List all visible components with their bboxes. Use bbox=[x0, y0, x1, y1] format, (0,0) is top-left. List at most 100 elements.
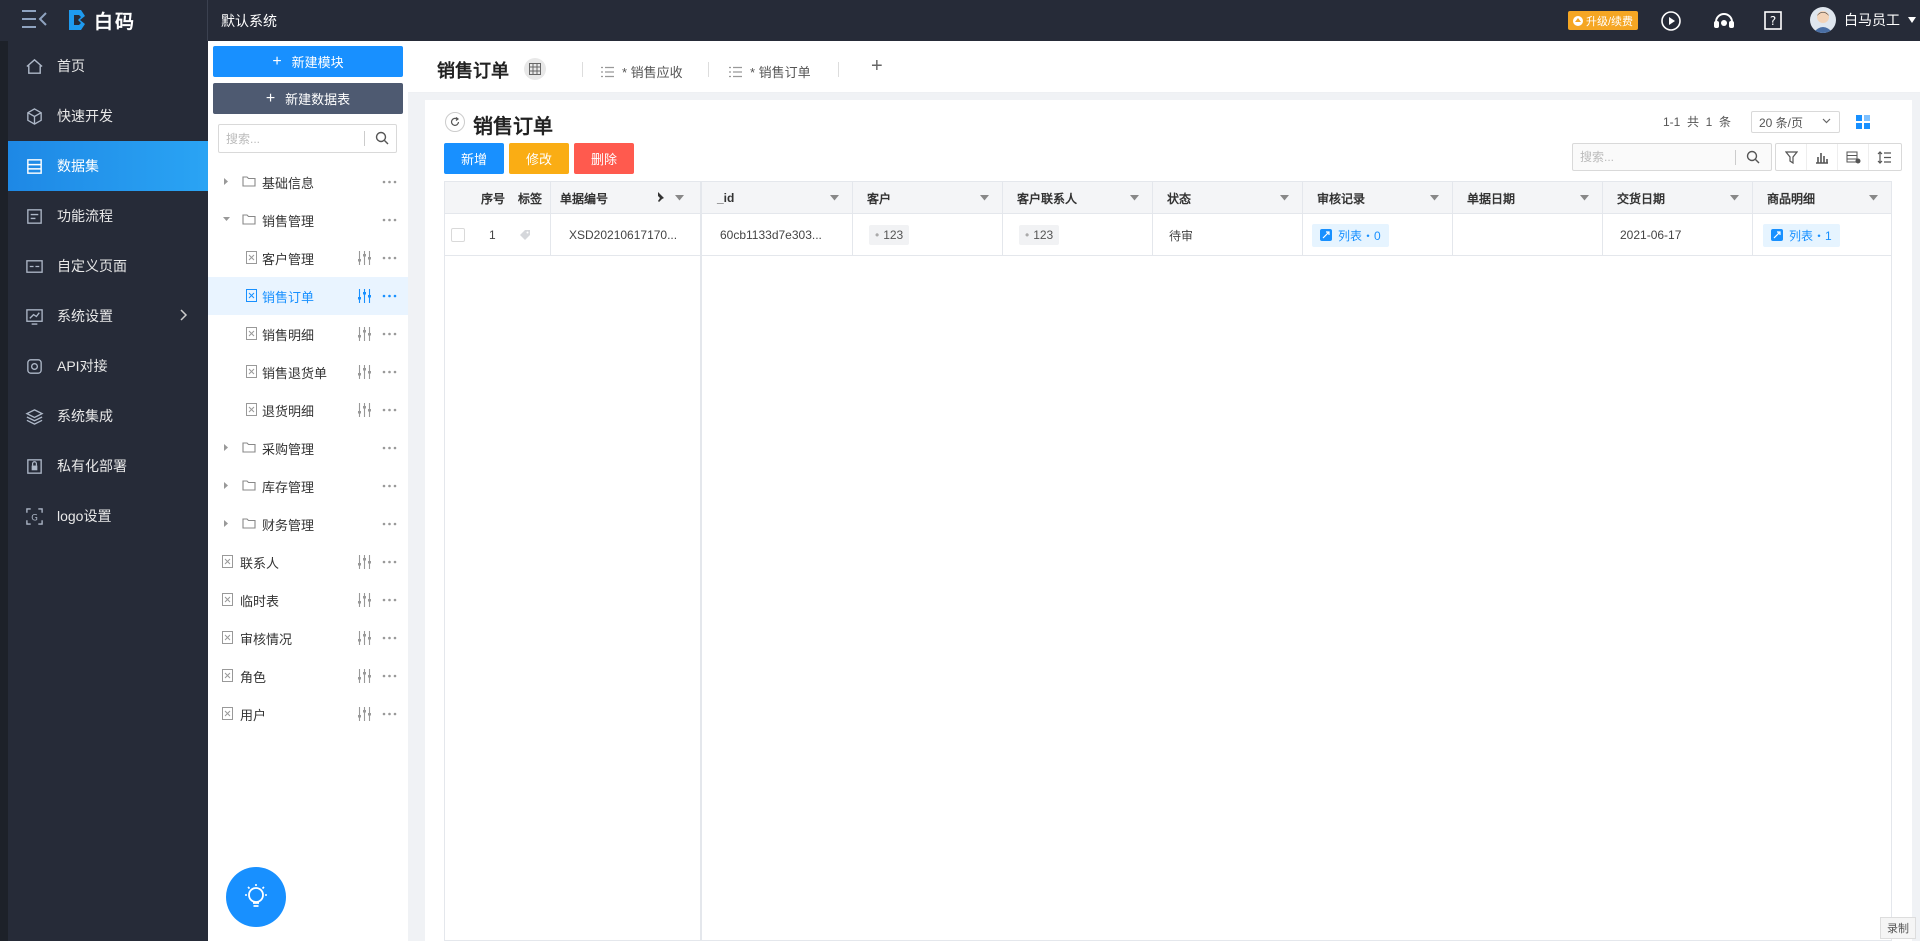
tree-item[interactable]: 销售管理 bbox=[208, 201, 408, 239]
more-icon[interactable] bbox=[382, 327, 397, 341]
search-icon[interactable] bbox=[375, 131, 389, 145]
row-checkbox[interactable] bbox=[451, 215, 465, 255]
dropdown-icon[interactable] bbox=[830, 195, 839, 201]
caret-right-icon[interactable] bbox=[222, 519, 231, 528]
cell-items[interactable]: 列表・1 bbox=[1763, 215, 1840, 255]
tab-sales-receivable[interactable]: * 销售应收 bbox=[601, 62, 683, 81]
grid-view-icon[interactable] bbox=[1855, 114, 1871, 130]
tips-button[interactable] bbox=[226, 867, 286, 927]
dropdown-icon[interactable] bbox=[1280, 195, 1289, 201]
header-items[interactable]: 商品明细 bbox=[1752, 182, 1891, 214]
add-button[interactable]: 新增 bbox=[444, 143, 504, 174]
caret-right-icon[interactable] bbox=[222, 443, 231, 452]
tree-item[interactable]: 用户 bbox=[208, 695, 408, 733]
play-icon[interactable] bbox=[1660, 10, 1682, 32]
new-module-button[interactable]: + 新建模块 bbox=[213, 46, 403, 77]
tree-item[interactable]: 联系人 bbox=[208, 543, 408, 581]
caret-right-icon[interactable] bbox=[222, 177, 231, 186]
nav-item-home[interactable]: 首页 bbox=[8, 41, 208, 91]
row-height-icon[interactable] bbox=[1869, 144, 1900, 170]
brand-logo[interactable]: 白码 bbox=[66, 6, 136, 34]
tree-item[interactable]: 销售明细 bbox=[208, 315, 408, 353]
tree-item[interactable]: 销售退货单 bbox=[208, 353, 408, 391]
nav-item-integration[interactable]: 系统集成 bbox=[8, 391, 208, 441]
more-icon[interactable] bbox=[382, 593, 397, 607]
caret-down-icon[interactable] bbox=[222, 215, 231, 224]
calculator-icon[interactable] bbox=[524, 58, 546, 80]
tab-sales-order[interactable]: * 销售订单 bbox=[729, 62, 811, 81]
edit-button[interactable]: 修改 bbox=[509, 143, 569, 174]
cell-id[interactable]: 60cb1133d7e303... bbox=[720, 215, 822, 255]
support-icon[interactable] bbox=[1712, 10, 1734, 32]
more-icon[interactable] bbox=[382, 707, 397, 721]
field-settings-icon[interactable] bbox=[357, 631, 372, 645]
cell-order-no[interactable]: XSD20210617170... bbox=[569, 215, 677, 255]
nav-item-logo-settings[interactable]: G logo设置 bbox=[8, 491, 208, 541]
nav-item-custom-page[interactable]: 自定义页面 bbox=[8, 241, 208, 291]
field-settings-icon[interactable] bbox=[357, 669, 372, 683]
header-customer[interactable]: 客户 bbox=[852, 182, 1002, 214]
more-icon[interactable] bbox=[382, 479, 397, 493]
more-icon[interactable] bbox=[382, 403, 397, 417]
more-icon[interactable] bbox=[382, 631, 397, 645]
tree-item[interactable]: 退货明细 bbox=[208, 391, 408, 429]
field-settings-icon[interactable] bbox=[357, 593, 372, 607]
table-search-input[interactable] bbox=[1574, 145, 1734, 169]
nav-item-settings[interactable]: 系统设置 bbox=[8, 291, 208, 341]
cell-audit[interactable]: 列表・0 bbox=[1312, 215, 1389, 255]
more-icon[interactable] bbox=[382, 441, 397, 455]
tree-item[interactable]: 临时表 bbox=[208, 581, 408, 619]
header-delivery-date[interactable]: 交货日期 bbox=[1602, 182, 1752, 214]
user-menu[interactable]: 白马员工 bbox=[1810, 6, 1916, 34]
tree-item[interactable]: 基础信息 bbox=[208, 163, 408, 201]
chart-icon[interactable] bbox=[1807, 144, 1838, 170]
cell-contact[interactable]: • 123 bbox=[1019, 215, 1060, 255]
page-size-select[interactable]: 20 条/页 bbox=[1751, 111, 1840, 133]
filter-icon[interactable] bbox=[1776, 144, 1807, 170]
dropdown-icon[interactable] bbox=[675, 195, 684, 201]
tree-item[interactable]: 财务管理 bbox=[208, 505, 408, 543]
column-settings-icon[interactable] bbox=[1838, 144, 1869, 170]
more-icon[interactable] bbox=[382, 175, 397, 189]
tag-icon[interactable] bbox=[519, 215, 531, 255]
tree-item[interactable]: 角色 bbox=[208, 657, 408, 695]
menu-collapse-icon[interactable] bbox=[22, 8, 48, 32]
more-icon[interactable] bbox=[382, 669, 397, 683]
dropdown-icon[interactable] bbox=[980, 195, 989, 201]
field-settings-icon[interactable] bbox=[357, 555, 372, 569]
more-icon[interactable] bbox=[382, 213, 397, 227]
nav-item-dataset[interactable]: 数据集 bbox=[8, 141, 208, 191]
field-settings-icon[interactable] bbox=[357, 251, 372, 265]
cell-delivery-date[interactable]: 2021-06-17 bbox=[1620, 215, 1681, 255]
tree-item[interactable]: 库存管理 bbox=[208, 467, 408, 505]
cell-customer[interactable]: • 123 bbox=[869, 215, 910, 255]
dropdown-icon[interactable] bbox=[1580, 195, 1589, 201]
search-icon[interactable] bbox=[1746, 150, 1760, 164]
nav-item-quick-dev[interactable]: 快速开发 bbox=[8, 91, 208, 141]
new-table-button[interactable]: + 新建数据表 bbox=[213, 83, 403, 114]
tree-item[interactable]: 审核情况 bbox=[208, 619, 408, 657]
more-icon[interactable] bbox=[382, 251, 397, 265]
field-settings-icon[interactable] bbox=[357, 327, 372, 341]
more-icon[interactable] bbox=[382, 517, 397, 531]
dropdown-icon[interactable] bbox=[1730, 195, 1739, 201]
header-id[interactable]: _id bbox=[702, 182, 852, 214]
field-settings-icon[interactable] bbox=[357, 707, 372, 721]
header-audit[interactable]: 审核记录 bbox=[1302, 182, 1452, 214]
system-name[interactable]: 默认系统 bbox=[221, 11, 277, 31]
delete-button[interactable]: 删除 bbox=[574, 143, 634, 174]
header-order-no[interactable]: 单据编号 bbox=[530, 182, 700, 214]
field-settings-icon[interactable] bbox=[357, 365, 372, 379]
nav-item-api[interactable]: API对接 bbox=[8, 341, 208, 391]
field-settings-icon[interactable] bbox=[357, 403, 372, 417]
tree-item[interactable]: 销售订单 bbox=[208, 277, 408, 315]
more-icon[interactable] bbox=[382, 555, 397, 569]
nav-item-private-deploy[interactable]: 私有化部署 bbox=[8, 441, 208, 491]
caret-right-icon[interactable] bbox=[222, 481, 231, 490]
dropdown-icon[interactable] bbox=[1130, 195, 1139, 201]
tree-item[interactable]: 客户管理 bbox=[208, 239, 408, 277]
tree-search-input[interactable] bbox=[220, 126, 358, 151]
dropdown-icon[interactable] bbox=[1869, 195, 1878, 201]
add-tab-button[interactable]: + bbox=[871, 55, 883, 78]
more-icon[interactable] bbox=[382, 365, 397, 379]
